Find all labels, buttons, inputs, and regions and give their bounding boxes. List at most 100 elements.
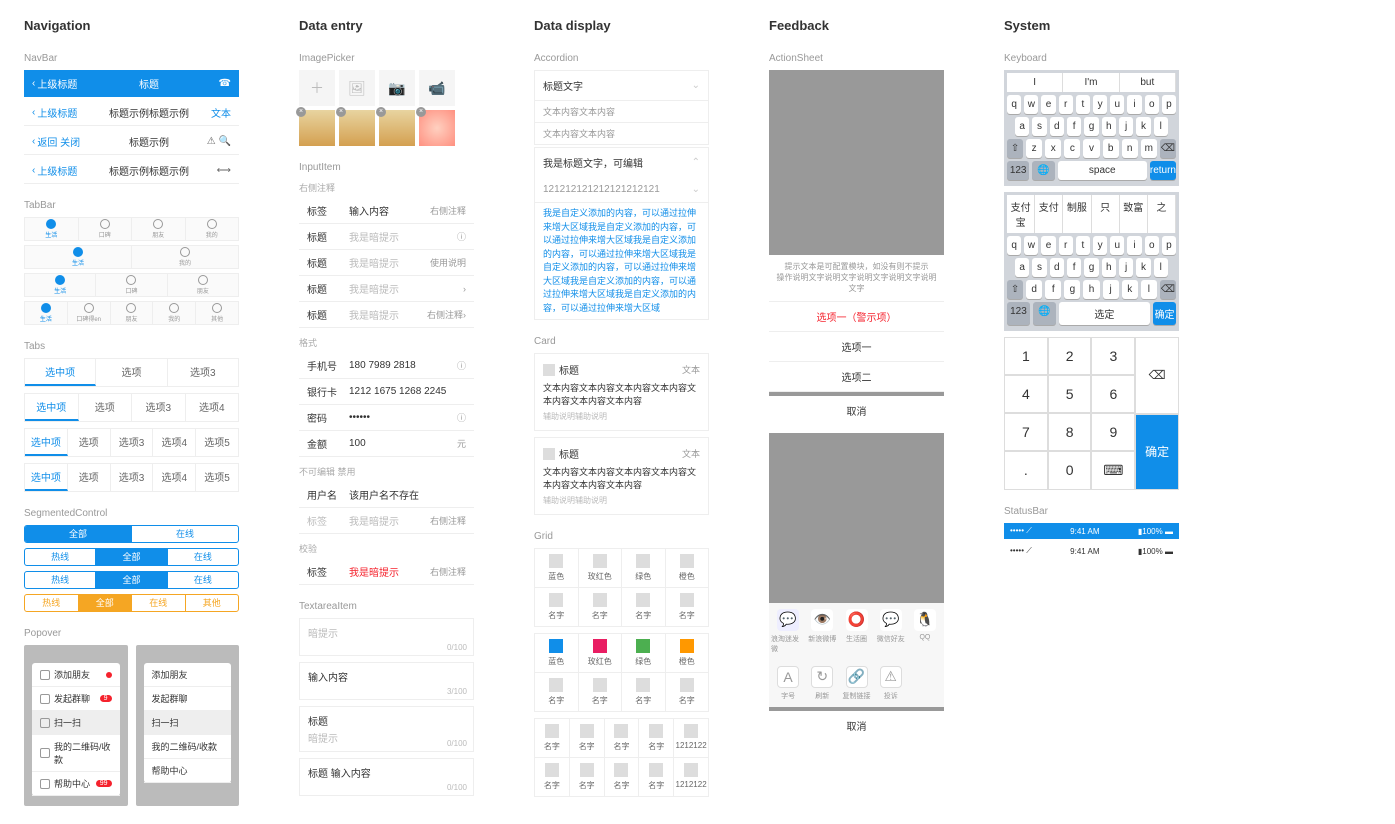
key-r[interactable]: r <box>1059 236 1073 255</box>
grid-item[interactable]: 绿色 <box>622 549 666 588</box>
grid-item[interactable]: 1212122 <box>674 758 709 797</box>
key-y[interactable]: y <box>1093 95 1107 114</box>
phone-icon[interactable]: ☎ <box>206 78 231 89</box>
key-⇧[interactable]: ⇧ <box>1007 139 1023 158</box>
key-h[interactable]: h <box>1102 117 1116 136</box>
input-row[interactable]: 标题我是暗提示› <box>299 276 474 302</box>
key-a[interactable]: a <box>1015 117 1029 136</box>
key-⌫[interactable]: ⌫ <box>1160 280 1176 299</box>
image-thumb[interactable]: × <box>419 110 455 146</box>
numkey-8[interactable]: 8 <box>1048 413 1092 451</box>
key-j[interactable]: j <box>1119 117 1133 136</box>
info-icon[interactable]: ⓘ <box>457 230 466 243</box>
key-r[interactable]: r <box>1059 95 1073 114</box>
key-f[interactable]: f <box>1067 117 1081 136</box>
key-u[interactable]: u <box>1110 236 1124 255</box>
grid-item[interactable]: 名字 <box>535 758 570 797</box>
info-icon[interactable]: ⓘ <box>457 359 466 372</box>
grid-item[interactable]: 蓝色 <box>535 634 579 673</box>
pop-item[interactable]: 发起群聊 <box>144 687 232 711</box>
key-j[interactable]: j <box>1119 258 1133 277</box>
pop-item[interactable]: 扫一扫 <box>32 711 120 735</box>
grid-item[interactable]: 橙色 <box>666 549 710 588</box>
key-g[interactable]: g <box>1084 258 1098 277</box>
key-x[interactable]: x <box>1045 139 1061 158</box>
share-item[interactable]: 💬浪淘迷发微 <box>771 609 805 654</box>
key-f[interactable]: f <box>1045 280 1061 299</box>
expand-icon[interactable]: ⟷ <box>206 165 231 176</box>
key-p[interactable]: p <box>1162 236 1176 255</box>
key-globe-icon[interactable]: 🌐 <box>1033 302 1056 325</box>
input-amount[interactable]: 金额100元 <box>299 431 474 457</box>
grid-item[interactable]: 名字 <box>639 719 674 758</box>
input-row[interactable]: 标题我是暗提示使用说明 <box>299 250 474 276</box>
key-w[interactable]: w <box>1024 236 1038 255</box>
navbar-icons[interactable]: ⚠ 🔍 <box>206 136 231 147</box>
numkey-6[interactable]: 6 <box>1091 375 1135 413</box>
grid-item[interactable]: 名字 <box>535 588 579 627</box>
close-icon[interactable]: × <box>296 107 306 117</box>
tab-item[interactable]: 朋友 <box>168 274 238 296</box>
numkey-7[interactable]: 7 <box>1004 413 1048 451</box>
tab-item[interactable]: 生活 <box>25 274 96 296</box>
share-item[interactable]: 🐧QQ <box>908 609 942 654</box>
grid-item[interactable]: 名字 <box>622 673 666 712</box>
close-icon[interactable]: × <box>376 107 386 117</box>
key-d[interactable]: d <box>1050 117 1064 136</box>
key-s[interactable]: s <box>1032 117 1046 136</box>
grid-item[interactable]: 名字 <box>605 719 640 758</box>
tab-item[interactable]: 其他 <box>196 302 238 324</box>
pop-item[interactable]: 帮助中心 <box>144 759 232 783</box>
image-thumb[interactable]: × <box>299 110 335 146</box>
grid-item[interactable]: 橙色 <box>666 634 710 673</box>
navbar-back[interactable]: ‹ 上级标题 <box>32 163 92 178</box>
numkey-4[interactable]: 4 <box>1004 375 1048 413</box>
grid-item[interactable]: 名字 <box>535 673 579 712</box>
input-error[interactable]: 标签我是暗提示右侧注释 <box>299 559 474 585</box>
grid-item[interactable]: 名字 <box>570 758 605 797</box>
image-video-icon[interactable]: 📹 <box>419 70 455 106</box>
key-backspace-icon[interactable]: ⌫ <box>1135 337 1179 414</box>
numkey-.[interactable]: . <box>1004 451 1048 490</box>
as-item-warn[interactable]: 选项一（警示项） <box>769 302 944 332</box>
key-e[interactable]: e <box>1041 236 1055 255</box>
textarea[interactable]: 暗提示0/100 <box>299 618 474 656</box>
input-bankcard[interactable]: 银行卡1212 1675 1268 2245 <box>299 379 474 405</box>
image-add[interactable]: ＋ <box>299 70 335 106</box>
textarea[interactable]: 标题暗提示0/100 <box>299 706 474 752</box>
key-d[interactable]: d <box>1050 258 1064 277</box>
pop-item[interactable]: 帮助中心99 <box>32 772 120 796</box>
share-item[interactable]: 💬微信好友 <box>874 609 908 654</box>
key-k[interactable]: k <box>1136 117 1150 136</box>
tab-item[interactable]: 朋友 <box>132 218 186 240</box>
key-j[interactable]: j <box>1103 280 1119 299</box>
input-row[interactable]: 标签输入内容右侧注释 <box>299 198 474 224</box>
info-icon[interactable]: ⓘ <box>457 411 466 424</box>
key-g[interactable]: g <box>1084 117 1098 136</box>
tab-item[interactable]: 生活 <box>25 246 132 268</box>
grid-item[interactable]: 名字 <box>535 719 570 758</box>
share-item[interactable]: 👁️新浪微博 <box>805 609 839 654</box>
pop-item[interactable]: 添加朋友 <box>32 663 120 687</box>
key-e[interactable]: e <box>1041 95 1055 114</box>
textarea[interactable]: 标题 输入内容0/100 <box>299 758 474 796</box>
close-icon[interactable]: × <box>416 107 426 117</box>
tab-item[interactable]: 我的 <box>132 246 238 268</box>
grid-item[interactable]: 名字 <box>605 758 640 797</box>
grid-item[interactable]: 名字 <box>666 588 710 627</box>
pop-item[interactable]: 扫一扫 <box>144 711 232 735</box>
key-g[interactable]: g <box>1064 280 1080 299</box>
key-t[interactable]: t <box>1076 236 1090 255</box>
key-l[interactable]: l <box>1154 117 1168 136</box>
input-row[interactable]: 标题我是暗提示右侧注释› <box>299 302 474 328</box>
key-i[interactable]: i <box>1127 95 1141 114</box>
grid-item[interactable]: 名字 <box>666 673 710 712</box>
key-o[interactable]: o <box>1145 95 1159 114</box>
key-s[interactable]: s <box>1032 258 1046 277</box>
grid-item[interactable]: 蓝色 <box>535 549 579 588</box>
image-camera-icon[interactable]: 📷 <box>379 70 415 106</box>
key-n[interactable]: n <box>1122 139 1138 158</box>
key-123[interactable]: 123 <box>1007 161 1029 180</box>
share-item[interactable]: ⚠投诉 <box>874 666 908 701</box>
key-⇧[interactable]: ⇧ <box>1007 280 1023 299</box>
